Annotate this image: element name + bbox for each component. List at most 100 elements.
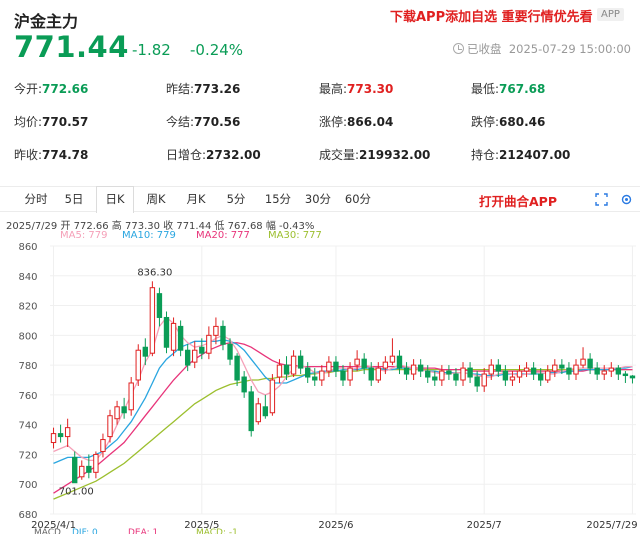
candle-body <box>594 367 600 375</box>
candle-body <box>248 391 254 432</box>
candle-body <box>297 355 304 369</box>
candle-body <box>559 364 565 369</box>
ma-line-ma30 <box>53 368 633 500</box>
quote-stats: 今开:772.66 昨结:773.26 最高:773.30 最低:767.68 均价:7… <box>14 80 626 179</box>
tab-period[interactable]: 15分 <box>258 187 298 212</box>
price-change-pct: -0.24% <box>190 41 244 59</box>
candle-body <box>382 361 389 369</box>
candle-body <box>269 379 276 414</box>
candle-body <box>220 325 226 345</box>
app-badge[interactable]: APP <box>597 8 624 21</box>
stat-value: 212407.00 <box>499 148 571 162</box>
candle-body <box>502 370 509 381</box>
stats-row: 均价:770.57 今结:770.56 涨停:866.04 跌停:680.46 <box>14 113 626 146</box>
y-tick-label: 780 <box>18 361 37 372</box>
stat-label: 成交量: <box>319 148 360 162</box>
candle-body <box>516 370 523 378</box>
market-status: 已收盘 2025-07-29 15:00:00 <box>453 41 631 57</box>
candle-body <box>622 373 629 377</box>
stat-label: 昨结: <box>166 82 195 96</box>
candle-body <box>57 433 64 438</box>
stat-item: 今结:770.56 <box>166 113 240 130</box>
candle-body <box>446 370 452 375</box>
stat-value: 773.30 <box>347 82 394 96</box>
stat-item: 最低:767.68 <box>471 80 545 97</box>
candle-body <box>580 358 586 366</box>
stat-value: 770.56 <box>194 115 241 129</box>
candle-body <box>467 367 473 378</box>
stat-label: 今开: <box>14 82 43 96</box>
stat-value: 767.68 <box>499 82 546 96</box>
download-app-promo[interactable]: 下载APP添加自选 重要行情优先看 <box>390 6 593 25</box>
candle-body <box>177 325 184 351</box>
candle-body <box>347 367 353 381</box>
stat-label: 昨收: <box>14 148 43 162</box>
candle-body <box>184 349 191 366</box>
candle-body <box>573 364 579 375</box>
status-text: 已收盘 <box>467 42 502 56</box>
tab-period[interactable]: 60分 <box>338 187 378 212</box>
candle-body <box>403 367 410 375</box>
candle-body <box>255 403 261 423</box>
candle-body <box>410 364 417 375</box>
candle-body <box>368 367 374 381</box>
indicator-legend-item: DEA: 1 <box>128 528 159 534</box>
y-tick-label: 740 <box>18 421 37 432</box>
tab-period[interactable]: 周K <box>138 187 174 212</box>
candle-body <box>340 370 346 381</box>
period-tabs: 打开曲合APP 分时 5日 日K 周K 月K 5分 15分 30分 60分 <box>0 186 640 213</box>
tab-period[interactable]: 30分 <box>298 187 338 212</box>
stat-value: 866.04 <box>347 115 394 129</box>
candle-body <box>552 364 558 372</box>
candle-body <box>361 358 367 369</box>
stat-item: 最高:773.30 <box>319 80 393 97</box>
stat-value: 2732.00 <box>206 148 261 162</box>
settings-icon[interactable] <box>620 193 633 206</box>
candle-body <box>312 376 318 381</box>
candle-body <box>192 349 198 363</box>
tab-period[interactable]: 5分 <box>218 187 254 212</box>
tab-period[interactable]: 分时 <box>18 187 54 212</box>
candle-body <box>566 367 572 375</box>
candle-body <box>163 316 170 348</box>
candle-body <box>629 375 636 379</box>
stat-item: 均价:770.57 <box>14 113 88 130</box>
candle-body <box>319 370 325 381</box>
candle-body <box>495 364 502 372</box>
stats-row: 今开:772.66 昨结:773.26 最高:773.30 最低:767.68 <box>14 80 626 113</box>
candle-body <box>241 376 247 393</box>
candle-body <box>206 334 212 354</box>
stat-label: 最低: <box>471 82 500 96</box>
candle-body <box>149 287 156 354</box>
kline-chart[interactable]: 8608408208007807607407207006802025/4/1 20… <box>0 240 640 530</box>
x-tick-label: 2025/7 <box>467 520 502 530</box>
y-tick-label: 760 <box>18 391 37 402</box>
candle-body <box>72 456 78 484</box>
stat-item: 跌停:680.46 <box>471 113 545 130</box>
candle-body <box>64 427 71 438</box>
tab-period[interactable]: 日K <box>96 186 134 213</box>
indicator-legend-item: MACD <box>34 528 61 534</box>
y-tick-label: 820 <box>18 302 37 313</box>
candle-body <box>107 415 113 438</box>
stat-value: 219932.00 <box>359 148 431 162</box>
stat-item: 日增仓:2732.00 <box>166 146 261 163</box>
clock-icon <box>453 43 464 54</box>
indicator-legend-item: MACD: -1 <box>196 528 238 534</box>
tab-period[interactable]: 月K <box>178 187 214 212</box>
indicator-legend-item: DIF: 0 <box>72 528 98 534</box>
candle-body <box>615 367 622 375</box>
fullscreen-icon[interactable] <box>595 193 608 206</box>
stat-value: 770.57 <box>42 115 89 129</box>
x-tick-label: 2025/7/29 <box>586 520 637 530</box>
open-app-button[interactable]: 打开曲合APP <box>479 191 557 210</box>
candle-body <box>509 376 516 381</box>
candle-body <box>530 367 537 375</box>
candle-body <box>234 355 240 381</box>
candle-body <box>354 358 360 366</box>
candle-body <box>121 406 127 414</box>
candle-body <box>601 370 607 375</box>
tab-period[interactable]: 5日 <box>58 187 90 212</box>
candle-body <box>537 373 544 381</box>
stat-value: 773.26 <box>194 82 241 96</box>
